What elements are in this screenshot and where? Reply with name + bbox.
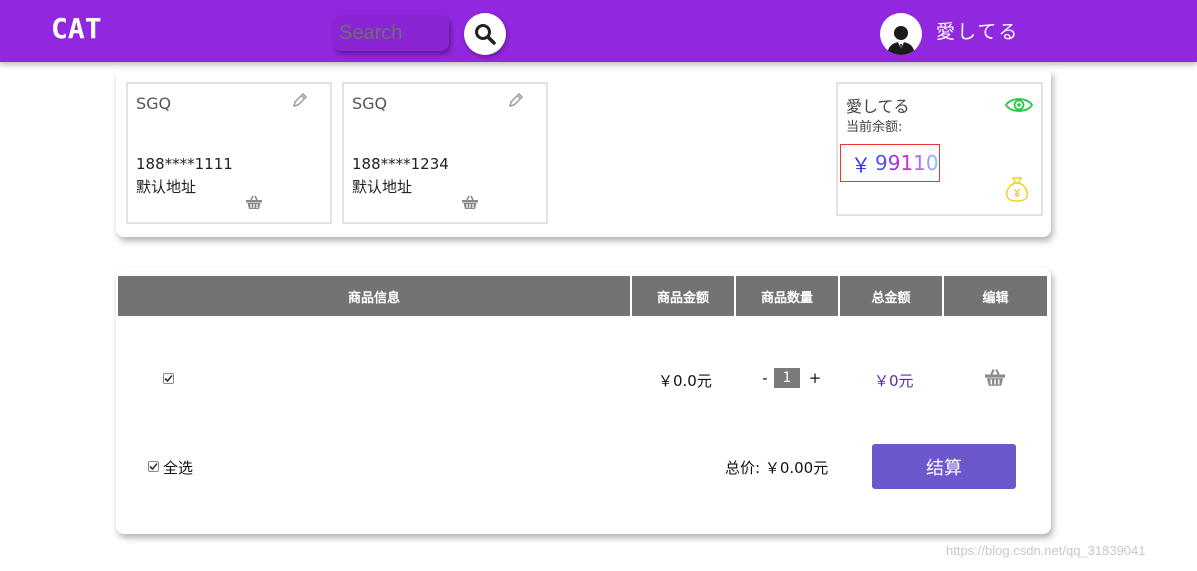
pencil-icon [292, 92, 308, 108]
search-input[interactable] [333, 15, 449, 51]
watermark: https://blog.csdn.net/qq_31839041 [946, 543, 1146, 558]
column-header-product-info: 商品信息 [118, 276, 630, 316]
user-avatar-icon [887, 26, 915, 55]
basket-icon [462, 195, 478, 209]
select-all-label[interactable]: 全选 [163, 457, 193, 478]
balance-username: 愛してる [846, 97, 910, 116]
select-all-checkbox[interactable] [148, 461, 159, 472]
quantity-value[interactable]: 1 [774, 368, 800, 388]
address-card[interactable]: SGQ 188****1234 默认地址 [342, 82, 548, 224]
checkout-button[interactable]: 结算 [872, 444, 1016, 489]
quantity-decrement-button[interactable]: - [758, 369, 772, 387]
item-total: ￥0元 [874, 372, 914, 390]
item-price: ￥0.0元 [658, 372, 712, 390]
default-address-label: 默认地址 [352, 178, 413, 196]
cart-table-header: 商品信息 商品金额 商品数量 总金额 编辑 [118, 276, 1047, 316]
brand-logo[interactable]: CAT [51, 12, 102, 45]
pencil-icon [508, 92, 524, 108]
money-bag-icon [1006, 177, 1028, 202]
toggle-balance-visibility[interactable] [1004, 96, 1034, 118]
column-header-total: 总金额 [840, 276, 942, 316]
cart-panel: 商品信息 商品金额 商品数量 总金额 编辑 ￥0.0元 - 1 + ￥0元 全选… [116, 268, 1051, 534]
address-card[interactable]: SGQ 188****1111 默认地址 [126, 82, 332, 224]
search-button[interactable] [464, 13, 506, 55]
balance-value: 99110 [875, 151, 939, 175]
address-phone: 188****1234 [352, 155, 449, 173]
grand-total: 总价: ￥0.00元 [725, 459, 829, 477]
basket-icon [246, 195, 262, 209]
balance-label: 当前余额: [846, 120, 903, 135]
recharge-button[interactable] [1005, 176, 1029, 206]
column-header-edit: 编辑 [944, 276, 1047, 316]
checkmark-icon [164, 374, 173, 383]
delete-item-button[interactable] [985, 368, 1005, 390]
column-header-quantity: 商品数量 [736, 276, 838, 316]
balance-card: 愛してる 当前余额: ￥ 99110 [836, 82, 1043, 216]
checkmark-icon [149, 462, 158, 471]
delete-address-button[interactable] [246, 194, 262, 213]
quantity-stepper: - 1 + [758, 368, 822, 388]
basket-icon [985, 369, 1005, 386]
item-checkbox[interactable] [163, 373, 174, 384]
address-panel: SGQ 188****1111 默认地址 SGQ 188****1234 默认地… [116, 70, 1051, 237]
address-name: SGQ [136, 94, 172, 113]
user-avatar[interactable] [880, 13, 922, 55]
delete-address-button[interactable] [462, 194, 478, 213]
edit-address-button[interactable] [292, 92, 308, 112]
quantity-increment-button[interactable]: + [808, 369, 822, 387]
search-icon [475, 24, 496, 45]
cart-item-row: ￥0.0元 - 1 + ￥0元 [118, 356, 1049, 402]
address-phone: 188****1111 [136, 155, 233, 173]
top-navbar: CAT 愛してる [0, 0, 1197, 62]
column-header-unit-price: 商品金额 [632, 276, 734, 316]
username[interactable]: 愛してる [936, 17, 1019, 44]
address-name: SGQ [352, 94, 388, 113]
eye-icon [1004, 98, 1034, 112]
edit-address-button[interactable] [508, 92, 524, 112]
default-address-label: 默认地址 [136, 178, 197, 196]
currency-symbol: ￥ [851, 152, 871, 177]
balance-amount: ￥ 99110 [840, 144, 940, 182]
